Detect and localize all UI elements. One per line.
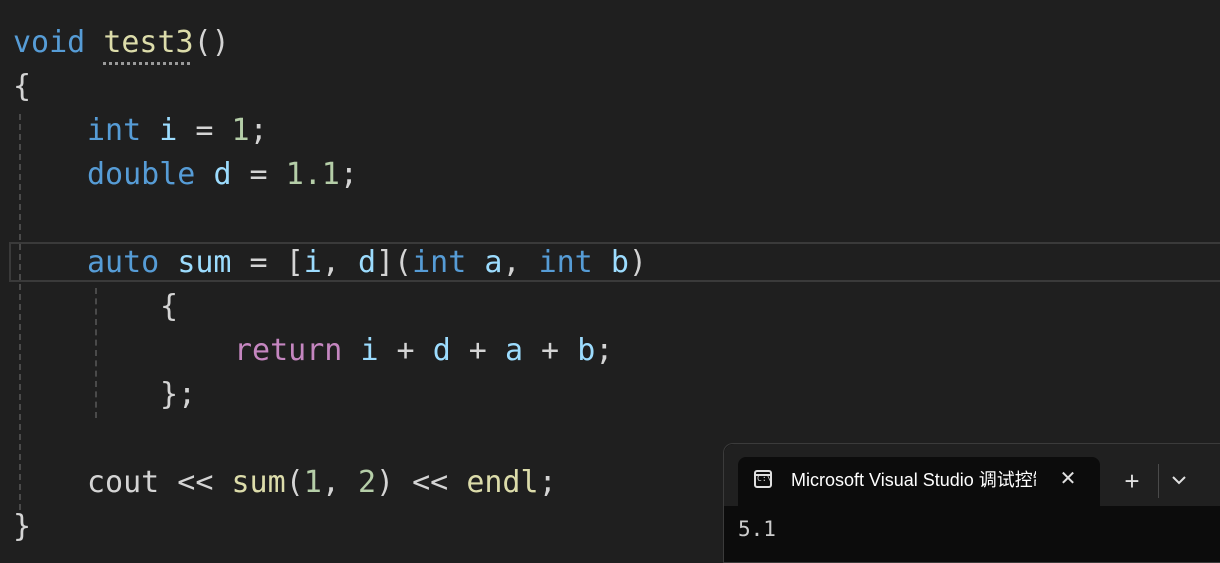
terminal-titlebar: C:\ Microsoft Visual Studio 调试控制台 ✕ + xyxy=(724,444,1220,506)
close-tab-button[interactable]: ✕ xyxy=(1054,465,1082,493)
tab-title: Microsoft Visual Studio 调试控制台 xyxy=(791,470,1036,490)
code-line-4[interactable]: double d = 1.1; xyxy=(87,153,358,197)
code-line-6[interactable]: auto sum = [i, d](int a, int b) xyxy=(87,241,647,285)
code-line-11[interactable]: cout << sum(1, 2) << endl; xyxy=(87,461,557,505)
code-line-3[interactable]: int i = 1; xyxy=(87,109,268,153)
divider xyxy=(1158,464,1159,498)
console-output: 5.1 xyxy=(738,517,776,541)
code-line-7[interactable]: { xyxy=(160,285,178,329)
indent-guide-lambda xyxy=(95,288,97,418)
new-tab-button[interactable]: + xyxy=(1114,464,1150,498)
code-line-8[interactable]: return i + d + a + b; xyxy=(234,329,613,373)
code-line-2[interactable]: { xyxy=(13,65,31,109)
tab-dropdown-button[interactable] xyxy=(1164,464,1194,498)
code-line-12[interactable]: } xyxy=(13,505,31,549)
debug-console-window[interactable]: C:\ Microsoft Visual Studio 调试控制台 ✕ + 5.… xyxy=(723,443,1220,563)
code-line-9[interactable]: }; xyxy=(160,373,196,417)
function-name[interactable]: test3 xyxy=(103,25,193,60)
terminal-tab[interactable]: C:\ Microsoft Visual Studio 调试控制台 ✕ xyxy=(738,457,1100,506)
chevron-down-icon xyxy=(1172,476,1186,485)
code-line-1[interactable]: void test3() xyxy=(13,21,230,65)
console-icon: C:\ xyxy=(754,470,772,488)
indent-guide-outer xyxy=(19,114,21,510)
